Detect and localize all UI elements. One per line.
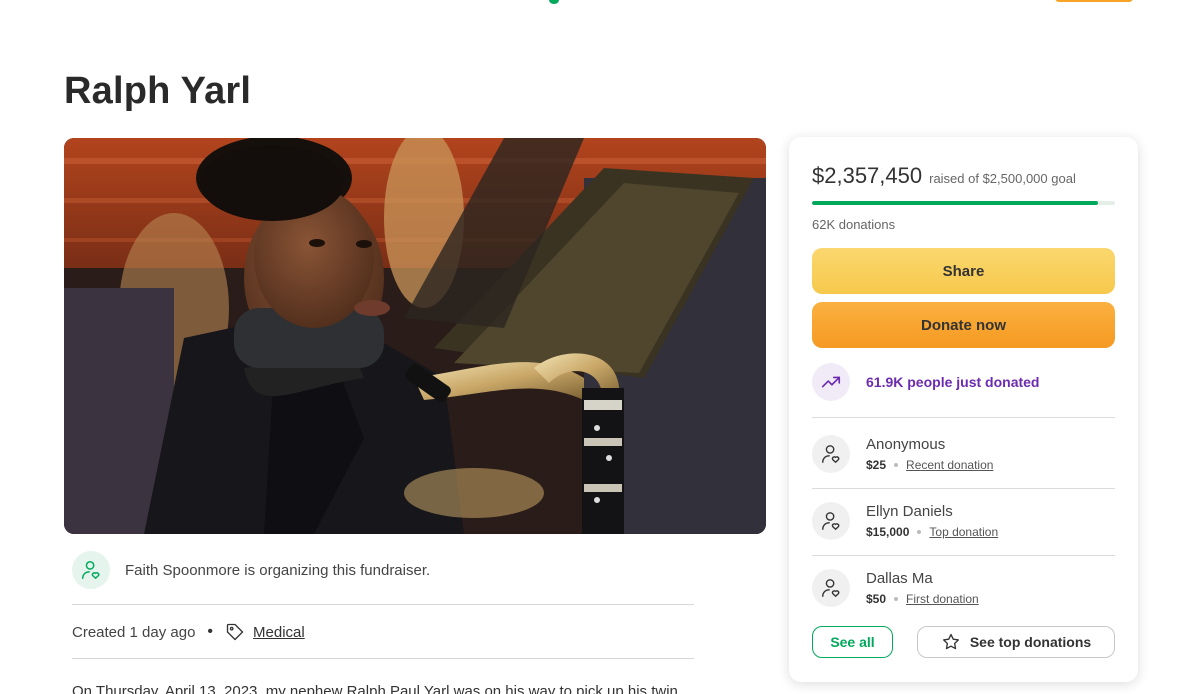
tag-icon xyxy=(225,622,245,642)
organizer-row: Faith Spoonmore is organizing this fundr… xyxy=(72,550,694,590)
progress-fill xyxy=(812,201,1098,205)
donor-type-link[interactable]: Top donation xyxy=(929,525,998,539)
separator-dot xyxy=(894,463,899,467)
raised-amount: $2,357,450 xyxy=(812,163,923,188)
person-heart-icon xyxy=(812,569,850,607)
header-fragment xyxy=(549,0,559,4)
share-button[interactable]: Share xyxy=(812,248,1115,294)
donor-item: Dallas Ma $50 First donation xyxy=(812,568,979,608)
donation-count: 62K donations xyxy=(812,217,896,232)
see-top-donations-label: See top donations xyxy=(969,634,1092,650)
divider xyxy=(812,417,1115,418)
meta-row: Created 1 day ago • Medical xyxy=(72,620,305,644)
created-text: Created 1 day ago xyxy=(72,623,196,641)
trend-text: 61.9K people just donated xyxy=(866,374,1040,390)
see-all-button[interactable]: See all xyxy=(812,626,893,658)
trend-row: 61.9K people just donated xyxy=(812,363,1039,401)
divider xyxy=(812,555,1115,556)
raised-summary: $2,357,450 raised of $2,500,000 goal xyxy=(812,163,1076,189)
see-top-donations-button[interactable]: See top donations xyxy=(917,626,1115,658)
star-icon xyxy=(941,632,961,652)
meta-separator: • xyxy=(207,623,214,640)
donor-name: Anonymous xyxy=(866,436,946,453)
donor-amount: $15,000 xyxy=(866,525,910,539)
campaign-hero-image xyxy=(64,138,766,534)
category-link[interactable]: Medical xyxy=(253,624,305,641)
donor-name: Ellyn Daniels xyxy=(866,503,953,520)
donor-item: Ellyn Daniels $15,000 Top donation xyxy=(812,501,998,541)
divider xyxy=(72,658,694,659)
divider xyxy=(72,604,694,605)
trending-up-icon xyxy=(812,363,850,401)
organizer-text: Faith Spoonmore is organizing this fundr… xyxy=(125,561,431,579)
page-title: Ralph Yarl xyxy=(64,70,252,112)
person-heart-icon xyxy=(812,502,850,540)
donor-amount: $50 xyxy=(866,592,887,606)
divider xyxy=(812,488,1115,489)
separator-dot xyxy=(894,597,899,601)
progress-bar xyxy=(812,201,1115,205)
story-text: On Thursday, April 13, 2023, my nephew R… xyxy=(72,683,678,694)
person-heart-icon xyxy=(812,435,850,473)
donate-now-button[interactable]: Donate now xyxy=(812,302,1115,348)
donor-name: Dallas Ma xyxy=(866,570,933,587)
donor-item: Anonymous $25 Recent donation xyxy=(812,434,993,474)
donor-type-link[interactable]: Recent donation xyxy=(906,458,993,472)
donation-card: $2,357,450 raised of $2,500,000 goal 62K… xyxy=(789,137,1138,682)
header-start-button-fragment[interactable] xyxy=(1055,0,1133,2)
raised-goal: raised of $2,500,000 goal xyxy=(929,171,1076,186)
donor-type-link[interactable]: First donation xyxy=(906,592,979,606)
separator-dot xyxy=(917,530,922,534)
donor-amount: $25 xyxy=(866,458,887,472)
person-heart-icon xyxy=(72,551,110,589)
